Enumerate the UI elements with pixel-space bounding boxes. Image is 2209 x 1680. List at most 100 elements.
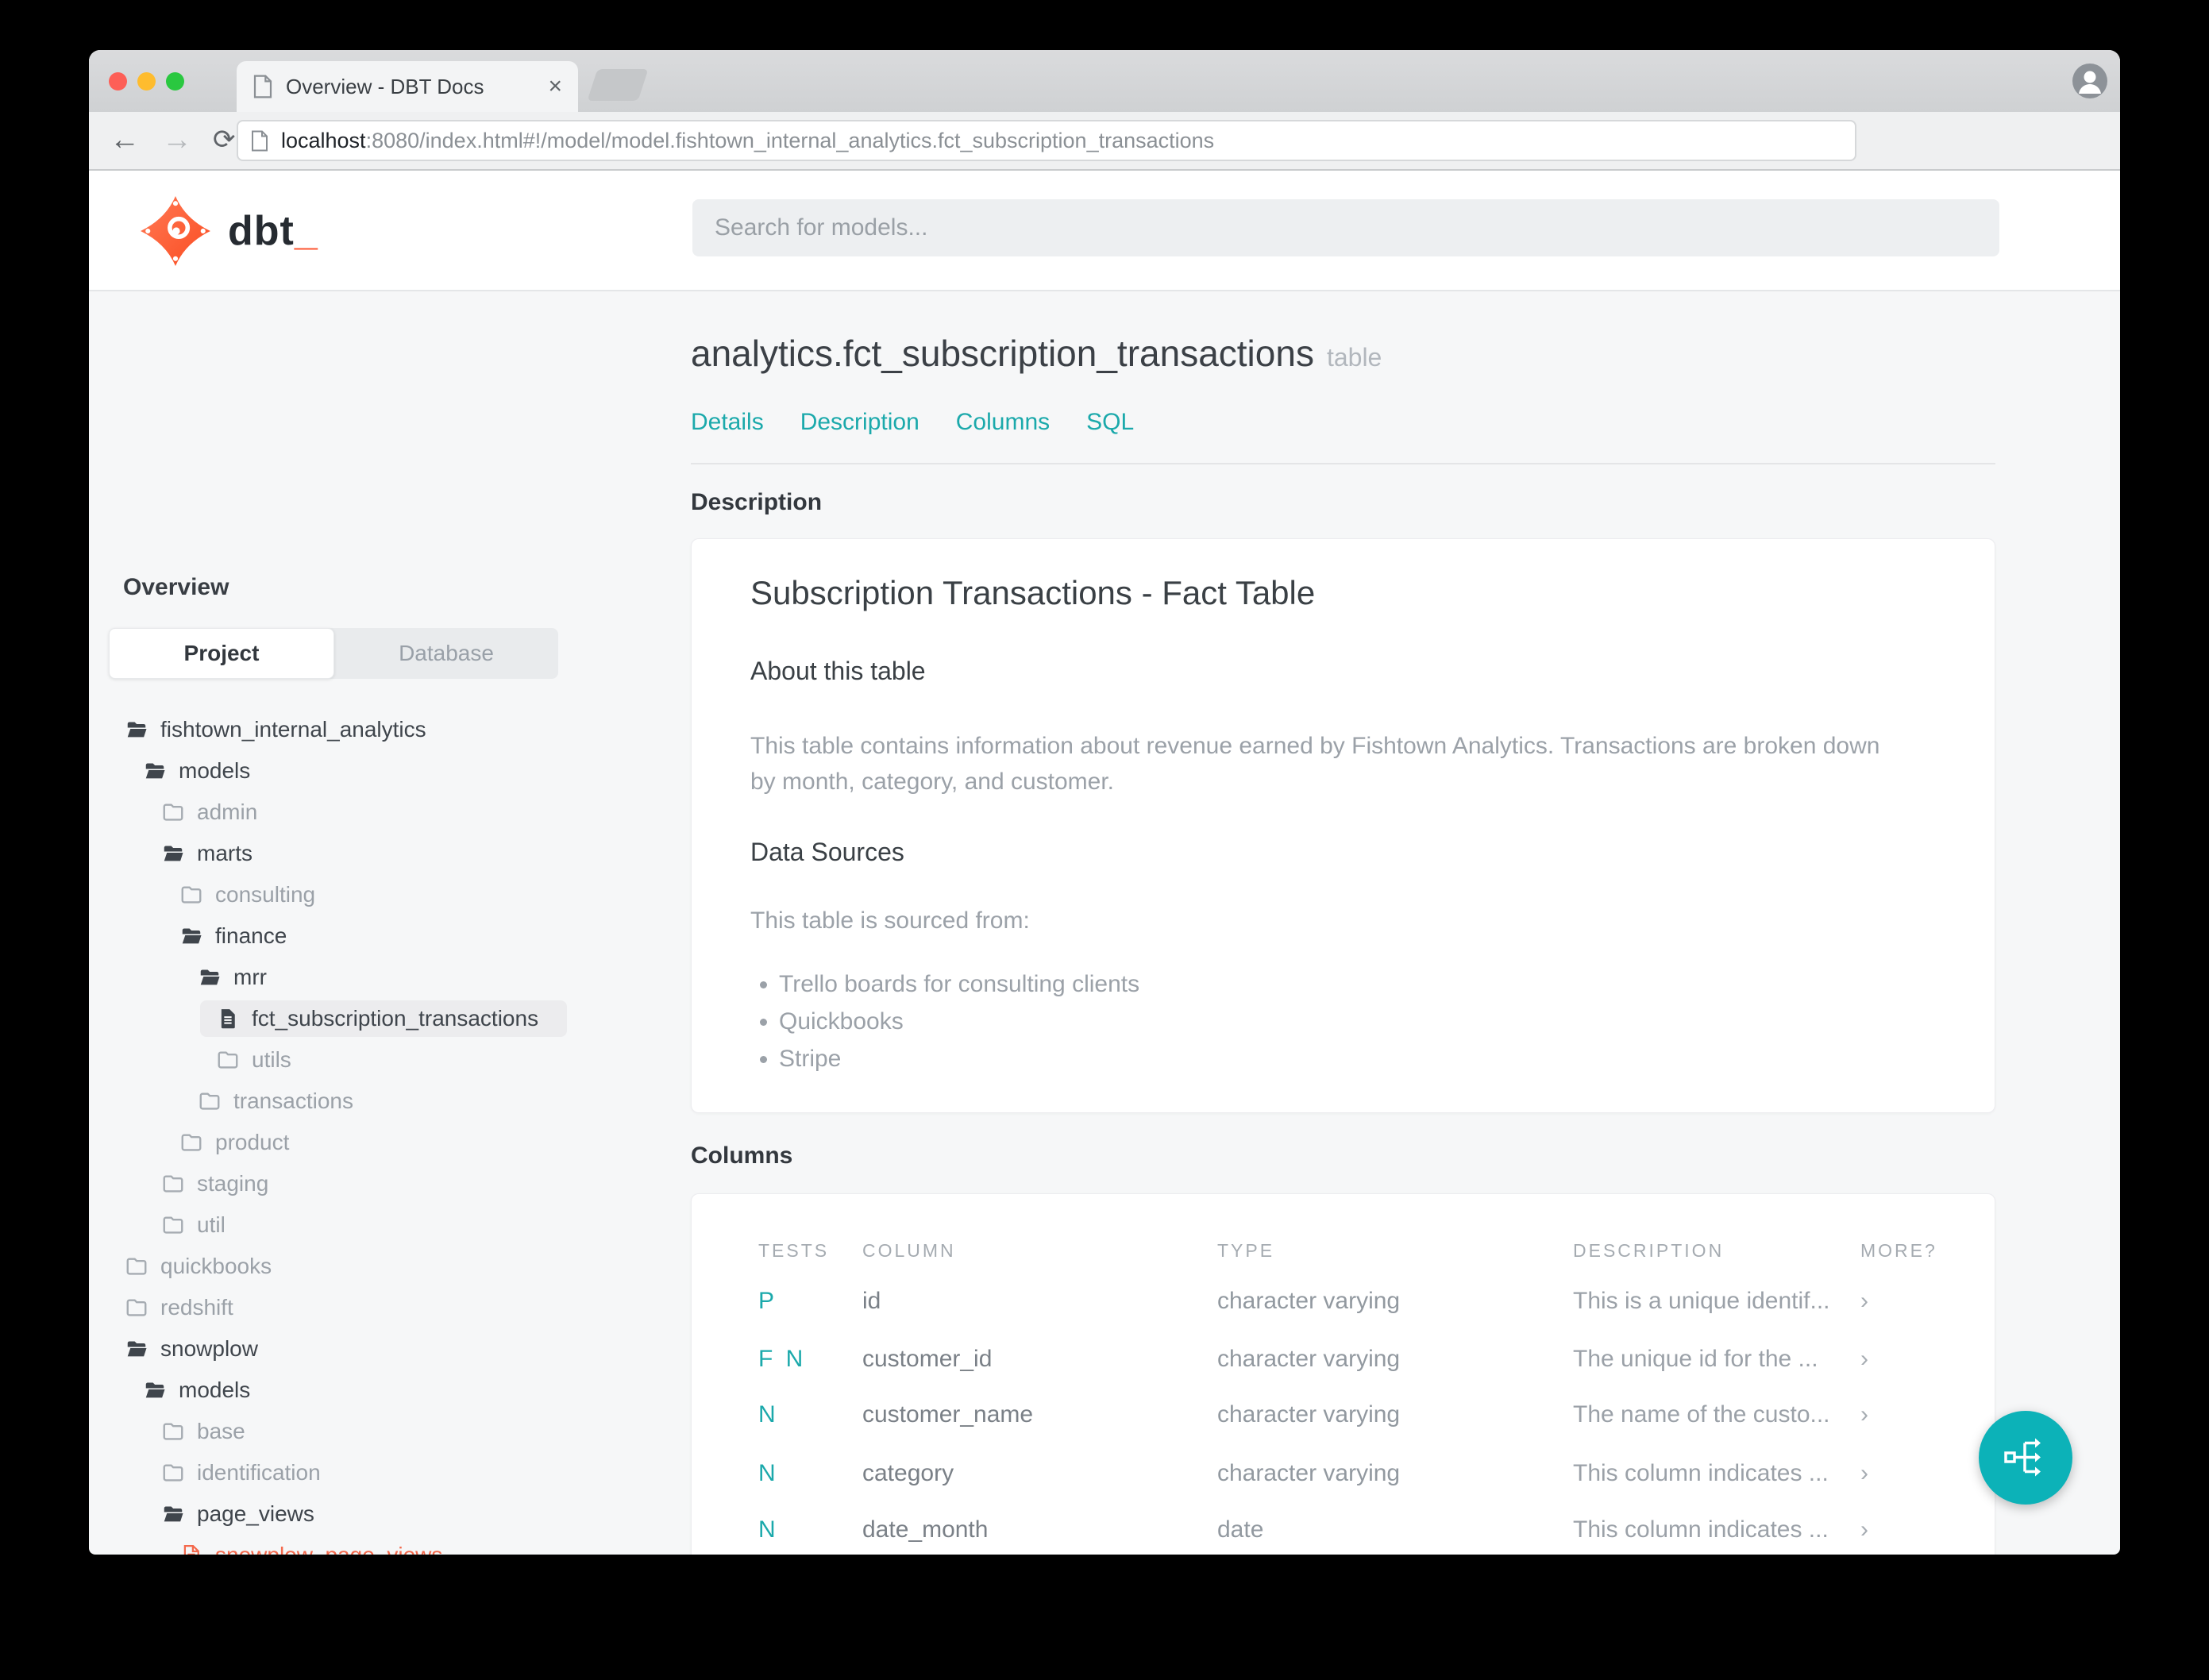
- tree-item-label: snowplow: [160, 1336, 258, 1361]
- tree-item-product[interactable]: product: [89, 1122, 680, 1163]
- column-row-customer_name: Ncustomer_name character varying The name …: [692, 1401, 1995, 1433]
- tree-item-label: models: [179, 1378, 251, 1402]
- tree-item-marts[interactable]: marts: [89, 833, 680, 874]
- doc-title: Subscription Transactions - Fact Table: [750, 574, 1316, 611]
- file-red-icon: [179, 1543, 203, 1555]
- browser-profile-avatar[interactable]: [2072, 64, 2107, 98]
- tree-item-finance[interactable]: finance: [89, 915, 680, 957]
- tree-item-label: fishtown_internal_analytics: [160, 717, 426, 742]
- folder-open-icon: [161, 1502, 185, 1526]
- lineage-graph-icon: [2004, 1438, 2041, 1477]
- tree-item-label: snowplow_page_views: [215, 1543, 442, 1555]
- page-doc-icon: [252, 130, 268, 151]
- column-type: character varying: [1217, 1346, 1401, 1372]
- search-input[interactable]: [692, 199, 1999, 256]
- folder-closed-icon: [125, 1254, 148, 1278]
- tree-item-label: page_views: [197, 1501, 314, 1526]
- expand-row-chevron-icon[interactable]: ›: [1860, 1346, 1868, 1373]
- dbt-logo[interactable]: dbt_: [139, 195, 318, 268]
- tree-item-staging[interactable]: staging: [89, 1163, 680, 1204]
- folder-closed-icon: [161, 1213, 185, 1237]
- source-list-item: Stripe: [779, 1046, 1139, 1073]
- tree-item-base[interactable]: base: [89, 1411, 680, 1452]
- tree-item-admin[interactable]: admin: [89, 792, 680, 833]
- tree-item-fishtown_internal_analytics[interactable]: fishtown_internal_analytics: [89, 709, 680, 750]
- tree-item-transactions[interactable]: transactions: [89, 1081, 680, 1122]
- tree-item-quickbooks[interactable]: quickbooks: [89, 1246, 680, 1287]
- dbt-logo-text: dbt_: [228, 208, 318, 254]
- tree-item-util[interactable]: util: [89, 1204, 680, 1246]
- lineage-graph-button[interactable]: [1979, 1411, 2072, 1505]
- tree-item-label: finance: [215, 923, 287, 948]
- tree-item-snowplow_page_views[interactable]: snowplow_page_views: [89, 1535, 680, 1555]
- columns-section-heading: Columns: [691, 1142, 793, 1169]
- tree-item-models[interactable]: models: [89, 750, 680, 792]
- tree-item-page_views[interactable]: page_views: [89, 1493, 680, 1535]
- page-title: analytics.fct_subscription_transactions t…: [691, 333, 1382, 374]
- minimize-window-button[interactable]: [137, 72, 156, 91]
- folder-closed-icon: [161, 1172, 185, 1196]
- nav-link-details[interactable]: Details: [691, 409, 764, 436]
- tree-item-label: transactions: [233, 1089, 353, 1113]
- tests-badge: N: [758, 1460, 779, 1486]
- tab-project[interactable]: Project: [109, 628, 334, 679]
- doc-sources-list: Trello boards for consulting clients Quic…: [750, 971, 1139, 1083]
- nav-link-sql[interactable]: SQL: [1086, 409, 1134, 436]
- browser-window: Overview - DBT Docs × ← → ⟳ localhost:80…: [89, 50, 2120, 1555]
- folder-closed-icon: [125, 1296, 148, 1320]
- url-text: localhost:8080/index.html#!/model/model.…: [281, 129, 1214, 153]
- dbt-logo-icon: [141, 196, 210, 266]
- folder-open-icon: [198, 965, 222, 989]
- tree-item-redshift[interactable]: redshift: [89, 1287, 680, 1328]
- doc-sources-intro: This table is sourced from:: [750, 907, 1030, 934]
- tree-item-models[interactable]: models: [89, 1370, 680, 1411]
- back-button[interactable]: ←: [110, 123, 140, 156]
- url-bar[interactable]: localhost:8080/index.html#!/model/model.…: [237, 120, 1856, 161]
- tab-database[interactable]: Database: [334, 628, 558, 679]
- sidebar-overview-label[interactable]: Overview: [123, 574, 229, 601]
- tests-badge: N: [758, 1516, 779, 1543]
- app-header: dbt_: [89, 171, 2120, 291]
- tree-item-label: admin: [197, 800, 258, 824]
- source-list-item: Quickbooks: [779, 1008, 1139, 1035]
- expand-row-chevron-icon[interactable]: ›: [1860, 1401, 1868, 1428]
- reload-button[interactable]: ⟳: [213, 123, 236, 156]
- tree-item-label: base: [197, 1419, 245, 1443]
- tree-item-fct_subscription_transactions[interactable]: fct_subscription_transactions: [89, 998, 680, 1039]
- expand-row-chevron-icon[interactable]: ›: [1860, 1288, 1868, 1315]
- tree-item-label: quickbooks: [160, 1254, 272, 1278]
- browser-tabstrip: Overview - DBT Docs ×: [89, 50, 2120, 113]
- source-list-item: Trello boards for consulting clients: [779, 971, 1139, 998]
- column-type: character varying: [1217, 1288, 1401, 1314]
- new-tab-button[interactable]: [587, 69, 649, 101]
- close-window-button[interactable]: [109, 72, 127, 91]
- nav-link-columns[interactable]: Columns: [956, 409, 1050, 436]
- tree-item-utils[interactable]: utils: [89, 1039, 680, 1081]
- tree-item-label: utils: [252, 1047, 291, 1072]
- tree-item-identification[interactable]: identification: [89, 1452, 680, 1493]
- doc-about-heading: About this table: [750, 657, 926, 685]
- tree-item-label: models: [179, 758, 251, 783]
- zoom-window-button[interactable]: [166, 72, 184, 91]
- tree-item-snowplow[interactable]: snowplow: [89, 1328, 680, 1370]
- column-name: date_month: [862, 1516, 989, 1543]
- tab-close-icon[interactable]: ×: [548, 75, 562, 98]
- folder-closed-icon: [198, 1089, 222, 1113]
- nav-link-description[interactable]: Description: [800, 409, 919, 436]
- column-description: This is a unique identif...: [1573, 1288, 1830, 1314]
- tree-item-mrr[interactable]: mrr: [89, 957, 680, 998]
- tests-badge: P: [758, 1288, 778, 1314]
- expand-row-chevron-icon[interactable]: ›: [1860, 1460, 1868, 1487]
- browser-tab[interactable]: Overview - DBT Docs ×: [237, 61, 578, 112]
- column-description: The unique id for the ...: [1573, 1346, 1818, 1372]
- tree-item-consulting[interactable]: consulting: [89, 874, 680, 915]
- column-description: This column indicates ...: [1573, 1516, 1829, 1543]
- column-name: customer_id: [862, 1346, 993, 1372]
- folder-open-icon: [143, 1378, 167, 1402]
- url-host: localhost: [281, 128, 366, 152]
- expand-row-chevron-icon[interactable]: ›: [1860, 1516, 1868, 1543]
- column-name: id: [862, 1288, 881, 1314]
- anchor-nav: Details Description Columns SQL: [691, 409, 1134, 436]
- tree-item-label: consulting: [215, 882, 316, 907]
- folder-open-icon: [125, 1337, 148, 1361]
